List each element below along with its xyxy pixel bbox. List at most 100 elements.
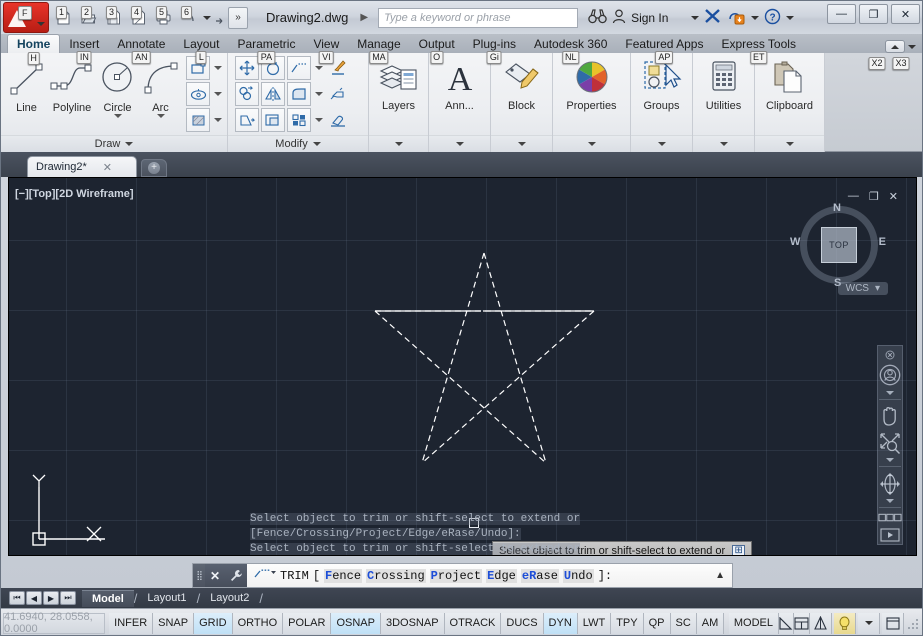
annotation-button[interactable]: A Ann... [434,56,486,112]
layout-next-button[interactable]: ▶ [43,591,59,605]
command-option-crossing[interactable]: Crossing [366,569,426,583]
hatch-caret-icon[interactable] [212,109,223,131]
command-option-undo[interactable]: Undo [563,569,594,583]
zoom-caret-icon[interactable] [886,458,894,462]
circle-dropdown-caret-icon[interactable] [114,114,122,118]
status-toggle-osnap[interactable]: OSNAP [331,613,381,634]
rectangle-caret-icon[interactable] [212,57,223,79]
panel-title-utilities[interactable] [693,135,754,152]
orbit-caret-icon[interactable] [886,499,894,503]
panel-expand-caret-icon[interactable] [456,142,464,146]
isolate-objects-icon[interactable] [810,613,832,634]
tab-insert[interactable]: Insert IN [60,34,108,53]
layout-prev-button[interactable]: ◀ [26,591,42,605]
hardware-accel-icon[interactable] [834,613,856,634]
status-toggle-infer[interactable]: INFER [109,613,153,634]
sign-in-caret-icon[interactable] [691,16,699,20]
file-tab-close-icon[interactable]: ✕ [103,161,112,174]
panel-title-block[interactable] [491,135,552,152]
viewcube-west-label[interactable]: W [790,236,800,248]
command-option-project[interactable]: Project [430,569,482,583]
tab-view[interactable]: View VI [304,34,348,53]
block-button[interactable]: Block [496,56,548,112]
viewport-config-icon[interactable] [794,613,810,634]
fillet-icon[interactable] [287,82,311,106]
layout-last-button[interactable]: ⏭ [60,591,76,605]
showmotion-play-icon[interactable] [878,526,902,544]
command-line-drag-handle[interactable]: ⣿ [193,564,205,587]
status-toggle-grid[interactable]: GRID [194,613,233,634]
app-menu-caret-icon[interactable] [37,22,45,26]
qat-save-button[interactable]: 3 [101,5,126,31]
dynamic-input-expander-icon[interactable]: ⊞ [732,545,745,557]
panel-expand-caret-icon[interactable] [588,142,596,146]
ellipse-caret-icon[interactable] [212,83,223,105]
stretch-icon[interactable] [235,108,259,132]
viewcube-top-face[interactable]: TOP [821,227,857,263]
pan-hand-icon[interactable] [878,402,902,430]
maximize-button[interactable]: ❐ [859,4,888,24]
tab-layout[interactable]: Layout L [174,34,228,53]
layout-first-button[interactable]: ⏮ [9,591,25,605]
ribbon-options-caret-icon[interactable] [908,45,916,49]
qat-save-as-button[interactable]: 4 [126,5,151,31]
panel-title-draw[interactable]: Draw [1,135,227,152]
array-icon[interactable] [287,108,311,132]
qat-plot-button[interactable]: 5 [151,5,176,31]
zoom-extents-icon[interactable] [878,429,902,457]
search-input[interactable]: Type a keyword or phrase [378,8,578,28]
viewcube-north-label[interactable]: N [833,202,841,214]
tab-parametric[interactable]: Parametric PA [228,34,304,53]
viewcube[interactable]: TOP N S E W [800,206,878,284]
title-separator-caret-icon[interactable]: ▶ [360,12,368,23]
panel-title-modify[interactable]: Modify [228,135,368,152]
minimize-ribbon-button[interactable] [885,40,905,53]
minimize-button[interactable]: — [827,4,856,24]
ellipse-icon[interactable] [186,82,210,106]
file-tab-drawing2[interactable]: Drawing2* ✕ [27,156,137,177]
tab-express-tools[interactable]: Express Tools ET [712,34,804,53]
mirror-icon[interactable] [261,82,285,106]
panel-title-groups[interactable] [631,135,692,152]
sign-in-button[interactable]: Sign In [631,11,668,25]
move-icon[interactable] [235,56,259,80]
panel-expand-caret-icon[interactable] [125,142,133,146]
binoculars-icon[interactable] [588,9,607,27]
exchange-apps-icon[interactable] [727,8,746,28]
qat-open-drawing-button[interactable]: 2 [76,5,101,31]
status-toggle-qp[interactable]: QP [644,613,671,634]
status-toggle-polar[interactable]: POLAR [283,613,331,634]
command-history-expand-button[interactable]: ▲ [715,570,732,581]
explode-icon[interactable] [326,82,350,106]
panel-expand-caret-icon[interactable] [395,142,403,146]
annotation-scale-icon[interactable] [779,613,794,634]
panel-title-clipboard[interactable] [755,135,824,152]
status-toggle-ortho[interactable]: ORTHO [233,613,284,634]
tab-output[interactable]: Output O [410,34,464,53]
panel-expand-caret-icon[interactable] [518,142,526,146]
tab-home[interactable]: Home H [7,34,60,53]
status-toggle-3dosnap[interactable]: 3DOSNAP [381,613,445,634]
utilities-button[interactable]: Utilities [698,56,750,112]
tab-autodesk-360[interactable]: Autodesk 360 NL [525,34,616,53]
draw-arc-button[interactable]: Arc [139,56,182,118]
tab-manage[interactable]: Manage MA [348,34,409,53]
command-line[interactable]: ⣿ ✕ TRIM [ Fence Crossing Project Edge e… [192,563,733,588]
customization-caret-icon[interactable] [858,613,880,634]
wcs-dropdown[interactable]: WCS ▾ [838,282,888,295]
clean-screen-icon[interactable] [882,613,904,634]
erase-icon[interactable] [326,108,350,132]
status-toggle-otrack[interactable]: OTRACK [445,613,502,634]
layout-tab-layout2[interactable]: Layout2 [200,590,259,607]
panel-expand-caret-icon[interactable] [786,142,794,146]
tab-plugins[interactable]: Plug-ins Gi [464,34,525,53]
autodesk-exchange-icon[interactable] [704,8,722,27]
qat-new-drawing-button[interactable]: 1 [51,5,76,31]
fillet-caret-icon[interactable] [313,83,324,105]
trim-icon[interactable] [287,56,311,80]
steering-wheel-icon[interactable] [878,360,902,390]
clipboard-button[interactable]: Clipboard [759,56,820,112]
status-toggle-lwt[interactable]: LWT [578,613,611,634]
panel-title-properties[interactable] [553,135,630,152]
help-caret-icon[interactable] [786,16,794,20]
